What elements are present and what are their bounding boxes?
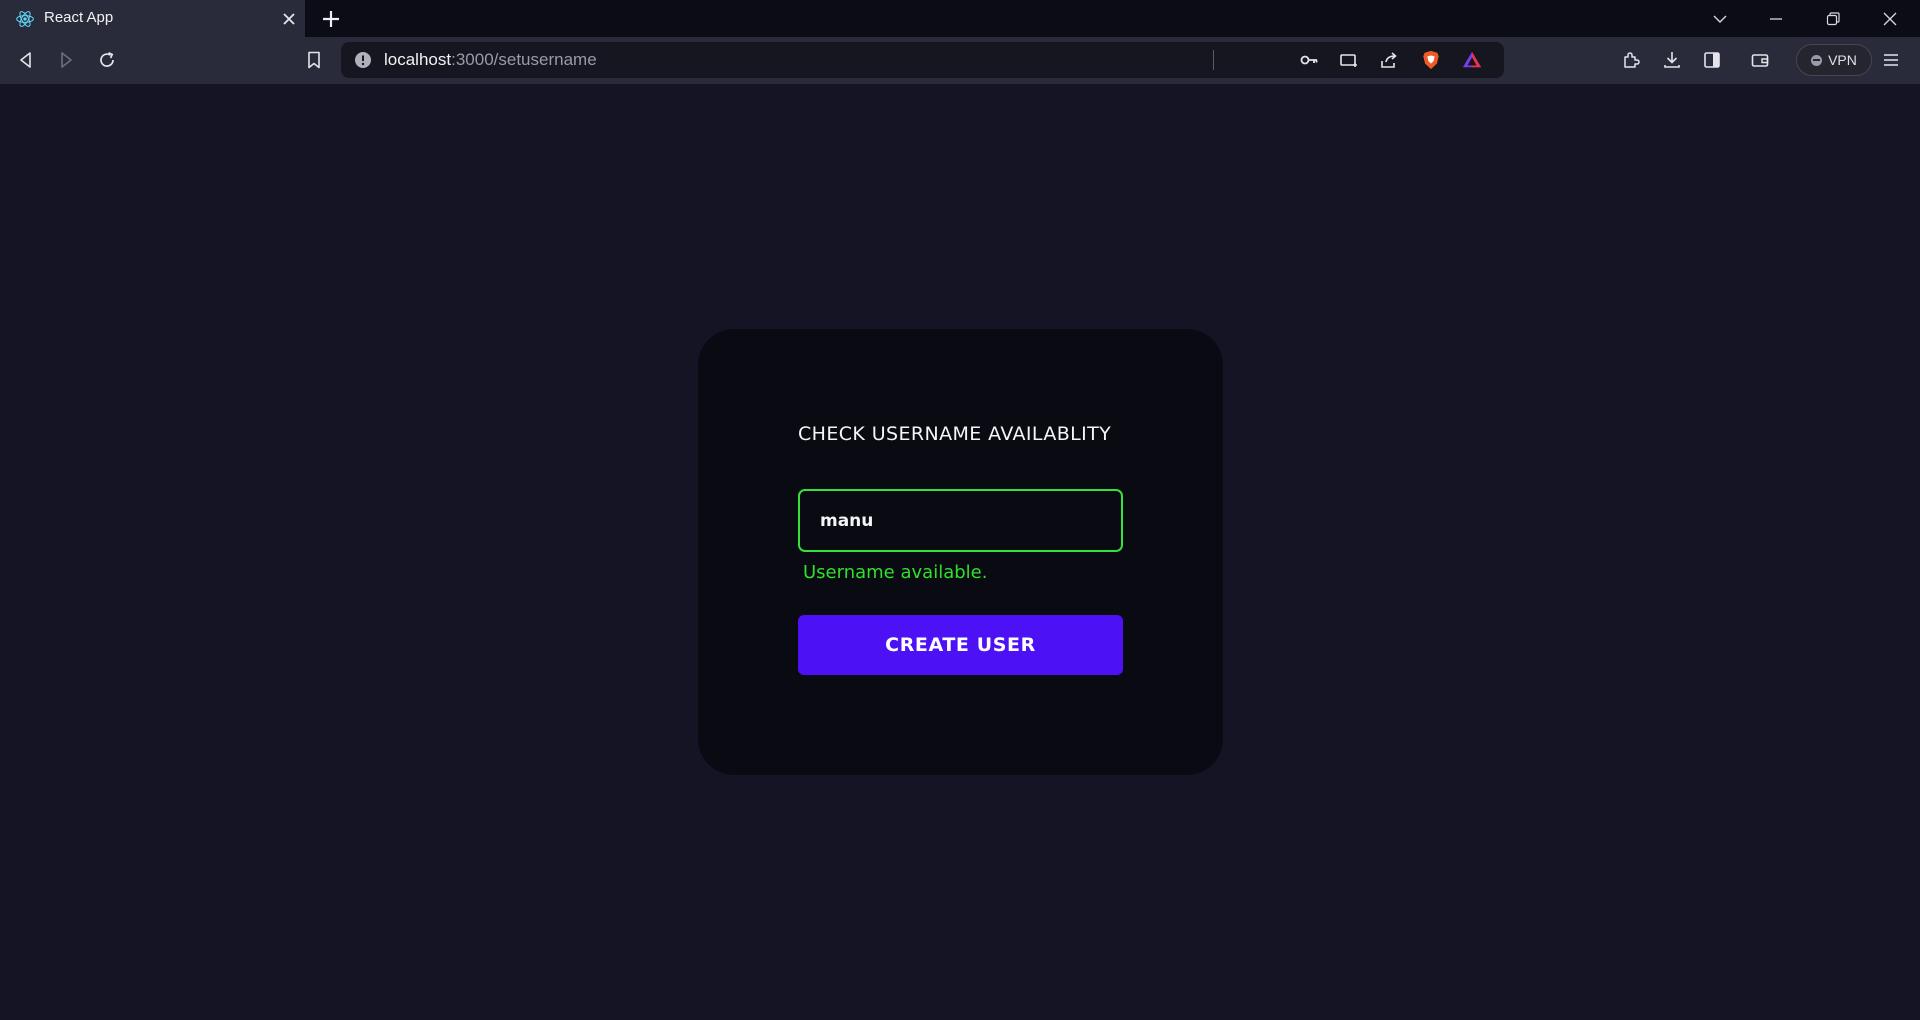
new-tab-icon[interactable] — [320, 8, 342, 30]
username-input[interactable] — [798, 489, 1123, 552]
card-title: CHECK USERNAME AVAILABLITY — [798, 423, 1112, 445]
tab-strip: React App — [0, 0, 1920, 37]
tab-react-app[interactable]: React App — [0, 0, 305, 37]
close-window-icon[interactable] — [1862, 0, 1918, 37]
react-icon — [15, 9, 35, 29]
vpn-label: VPN — [1828, 52, 1857, 68]
forward-icon[interactable] — [55, 49, 77, 71]
tab-title: React App — [44, 9, 114, 26]
restore-icon[interactable] — [1805, 0, 1861, 37]
vpn-button[interactable]: VPN — [1796, 44, 1872, 76]
wallet-icon[interactable] — [1749, 49, 1771, 71]
url-text: localhost:3000/setusername — [384, 50, 597, 70]
back-icon[interactable] — [15, 49, 37, 71]
tab-search-chevron-icon[interactable] — [1692, 0, 1748, 37]
page-viewport: CHECK USERNAME AVAILABLITY Username avai… — [0, 84, 1920, 1020]
address-bar-divider — [1213, 50, 1214, 70]
reload-icon[interactable] — [96, 49, 118, 71]
menu-icon[interactable] — [1880, 49, 1902, 71]
username-card: CHECK USERNAME AVAILABLITY Username avai… — [698, 329, 1223, 775]
download-icon[interactable] — [1661, 49, 1683, 71]
share-icon[interactable] — [1378, 49, 1400, 71]
create-user-button[interactable]: CREATE USER — [798, 615, 1123, 675]
url-path: :3000/setusername — [451, 50, 597, 69]
brave-shields-icon[interactable] — [1420, 49, 1442, 71]
bookmark-icon[interactable] — [303, 49, 325, 71]
key-icon[interactable] — [1298, 49, 1320, 71]
vpn-status-icon — [1811, 54, 1823, 66]
extensions-icon[interactable] — [1620, 49, 1642, 71]
browser-toolbar: localhost:3000/setusername VPN — [0, 37, 1920, 84]
availability-message: Username available. — [803, 562, 988, 583]
cast-icon[interactable] — [1338, 49, 1360, 71]
url-host: localhost — [384, 50, 452, 69]
minimize-icon[interactable] — [1748, 0, 1804, 37]
sidebar-icon[interactable] — [1701, 49, 1723, 71]
close-tab-icon[interactable] — [280, 10, 298, 28]
address-bar[interactable]: localhost:3000/setusername — [341, 42, 1504, 78]
brave-rewards-icon[interactable] — [1461, 49, 1483, 71]
site-info-icon[interactable] — [354, 51, 372, 69]
